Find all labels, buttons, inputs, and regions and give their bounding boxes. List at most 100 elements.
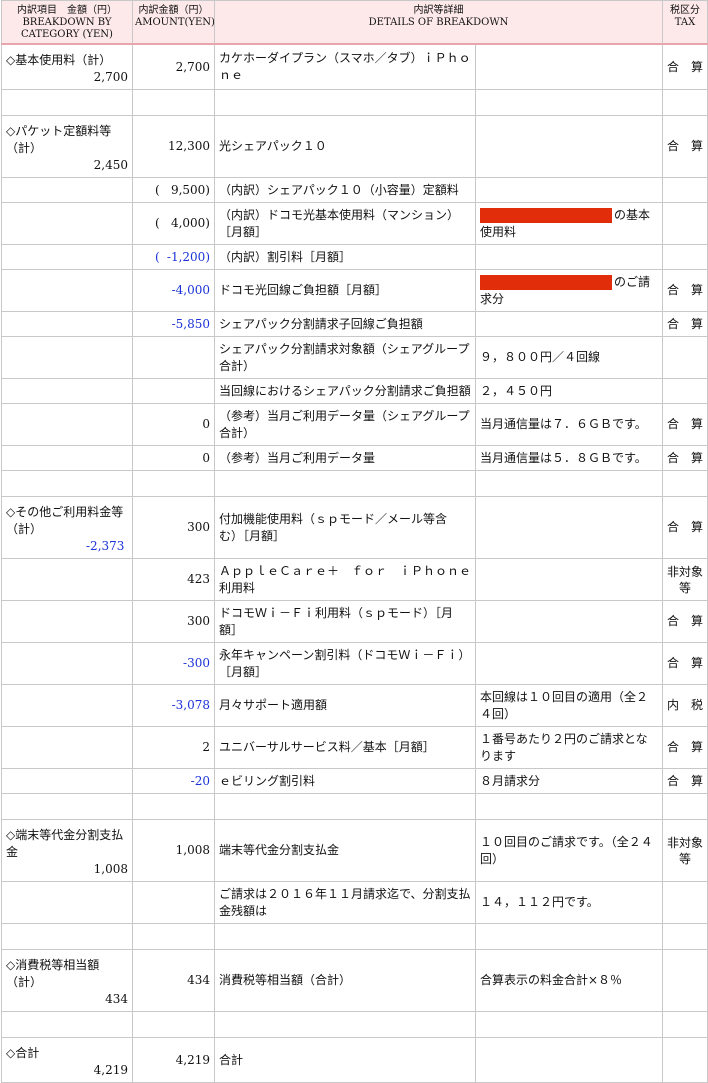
item-label: 端末等代金分割支払金 xyxy=(214,819,476,882)
tax-cell: 合 算 xyxy=(662,445,708,471)
amount-cell: 300 xyxy=(132,600,215,643)
table-row: 0 （参考）当月ご利用データ量 当月通信量は５．８ＧＢです。 合 算 xyxy=(1,445,708,471)
table-row: シェアパック分割請求対象額（シェアグループ合計） ９，８００円／４回線 xyxy=(1,336,708,379)
tax-cell: 合 算 xyxy=(662,496,708,559)
table-row: 2 ユニバーサルサービス料／基本［月額］ １番号あたり２円のご請求となります 合… xyxy=(1,726,708,769)
tax-cell xyxy=(662,244,708,270)
category-label: ◇消費税等相当額（計） xyxy=(6,958,100,989)
tax-cell: 合 算 xyxy=(662,43,708,90)
detail-cell: ２，４５０円 xyxy=(475,378,663,404)
table-row: ◇消費税等相当額（計） 434 434 消費税等相当額（合計） 合算表示の料金合… xyxy=(1,949,708,1012)
item-label: ＡｐｐｌｅＣａｒｅ＋ ｆｏｒ ｉＰｈｏｎｅ利用料 xyxy=(214,558,476,601)
item-label: ドコモ光回線ご負担額［月額］ xyxy=(214,269,476,312)
item-label: （参考）当月ご利用データ量 xyxy=(214,445,476,471)
detail-cell: １４，１１２円です。 xyxy=(475,881,663,924)
detail-cell xyxy=(475,642,663,685)
amount-cell: 0 xyxy=(132,403,215,446)
tax-cell: 合 算 xyxy=(662,768,708,794)
category-label: ◇端末等代金分割支払金 xyxy=(6,828,124,859)
spacer-row xyxy=(1,923,708,950)
tax-cell: 非対象等 xyxy=(662,558,708,601)
detail-cell xyxy=(475,496,663,559)
amount-cell: 434 xyxy=(132,949,215,1012)
tax-cell: 合 算 xyxy=(662,115,708,178)
header-category-en1: BREAKDOWN BY xyxy=(22,17,112,28)
category-total: 2,450 xyxy=(93,158,128,172)
item-label: ｅビリング割引料 xyxy=(214,768,476,794)
item-label: 月々サポート適用額 xyxy=(214,684,476,727)
header-row: 内訳項目 金額（円） BREAKDOWN BY CATEGORY (YEN) 内… xyxy=(1,0,708,45)
amount-value: 4,000) xyxy=(170,216,210,230)
category-total: 1,008 xyxy=(93,862,128,876)
header-category-ja: 内訳項目 金額（円） xyxy=(17,5,117,16)
item-label: （内訳）ドコモ光基本使用料（マンション）［月額］ xyxy=(214,202,476,245)
amount-cell: 12,300 xyxy=(132,115,215,178)
amount-cell: 423 xyxy=(132,558,215,601)
item-label: シェアパック分割請求子回線ご負担額 xyxy=(214,311,476,337)
tax-cell: 内 税 xyxy=(662,684,708,727)
spacer-row xyxy=(1,470,708,497)
detail-cell xyxy=(475,558,663,601)
category-label: ◇基本使用料（計） xyxy=(6,53,112,67)
table-row: 423 ＡｐｐｌｅＣａｒｅ＋ ｆｏｒ ｉＰｈｏｎｅ利用料 非対象等 xyxy=(1,558,708,601)
detail-cell: 本回線は１０回目の適用（全２４回） xyxy=(475,684,663,727)
item-label: （内訳）シェアパック１０（小容量）定額料 xyxy=(214,177,476,203)
header-details-en: DETAILS OF BREAKDOWN xyxy=(368,17,509,28)
redaction-bar xyxy=(480,207,612,223)
table-row: (9,500) （内訳）シェアパック１０（小容量）定額料 xyxy=(1,177,708,203)
category-label: ◇合計 xyxy=(6,1046,40,1060)
item-label: （内訳）割引料［月額］ xyxy=(214,244,476,270)
paren-open: ( xyxy=(155,182,160,197)
table-row: ◇その他ご利用料金等（計） -2,373 300 付加機能使用料（ｓｐモード／メ… xyxy=(1,496,708,559)
table-row: -5,850 シェアパック分割請求子回線ご負担額 合 算 xyxy=(1,311,708,337)
amount-value: -1,200) xyxy=(166,249,210,264)
item-label: ユニバーサルサービス料／基本［月額］ xyxy=(214,726,476,769)
table-row: ◇基本使用料（計） 2,700 2,700 カケホーダイプラン（スマホ／タブ）ｉ… xyxy=(1,43,708,90)
item-label: 消費税等相当額（合計） xyxy=(214,949,476,1012)
header-tax-en: TAX xyxy=(674,17,696,28)
table-row: -4,000 ドコモ光回線ご負担額［月額］ のご請求分 合 算 xyxy=(1,269,708,312)
category-total: 434 xyxy=(105,992,128,1006)
table-row: 当回線におけるシェアパック分割請求ご負担額 ２，４５０円 xyxy=(1,378,708,404)
item-label: （参考）当月ご利用データ量（シェアグループ合計） xyxy=(214,403,476,446)
table-row: (4,000) （内訳）ドコモ光基本使用料（マンション）［月額］ の基本使用料 xyxy=(1,202,708,245)
tax-cell: 合 算 xyxy=(662,311,708,337)
tax-cell: 合 算 xyxy=(662,642,708,685)
category-cell: ◇合計 4,219 xyxy=(1,1037,133,1083)
tax-cell: 合 算 xyxy=(662,269,708,312)
amount-cell: (-1,200) xyxy=(132,244,215,270)
item-label: 光シェアパック１０ xyxy=(214,115,476,178)
table-row: 0 （参考）当月ご利用データ量（シェアグループ合計） 当月通信量は７．６ＧＢです… xyxy=(1,403,708,446)
amount-cell: -3,078 xyxy=(132,684,215,727)
detail-cell: のご請求分 xyxy=(475,269,663,312)
header-tax: 税区分 TAX xyxy=(662,0,708,45)
category-total: -2,373 xyxy=(86,539,125,553)
item-label: ドコモＷｉ－Ｆｉ利用料（ｓｐモード）［月額］ xyxy=(214,600,476,643)
detail-cell: ８月請求分 xyxy=(475,768,663,794)
tax-cell xyxy=(662,202,708,245)
tax-cell xyxy=(662,378,708,404)
table-row: -300 永年キャンペーン割引料（ドコモＷｉ－Ｆｉ）［月額］ 合 算 xyxy=(1,642,708,685)
spacer-row xyxy=(1,89,708,116)
category-label: ◇パケット定額料等（計） xyxy=(6,124,112,155)
table-row: ◇合計 4,219 4,219 合計 xyxy=(1,1037,708,1083)
table-row: ◇端末等代金分割支払金 1,008 1,008 端末等代金分割支払金 １０回目の… xyxy=(1,819,708,882)
amount-cell: 4,219 xyxy=(132,1037,215,1083)
item-label: 付加機能使用料（ｓｐモード／メール等含む）［月額］ xyxy=(214,496,476,559)
header-details: 内訳等詳細 DETAILS OF BREAKDOWN xyxy=(214,0,663,45)
amount-value: 9,500) xyxy=(170,182,210,197)
detail-cell: 当月通信量は５．８ＧＢです。 xyxy=(475,445,663,471)
header-amount-ja: 内訳金額（円） xyxy=(138,5,209,16)
tax-cell: 合 算 xyxy=(662,600,708,643)
tax-cell xyxy=(662,177,708,203)
amount-cell: 0 xyxy=(132,445,215,471)
tax-cell xyxy=(662,949,708,1012)
amount-cell: 1,008 xyxy=(132,819,215,882)
item-label: 合計 xyxy=(214,1037,476,1083)
detail-cell xyxy=(475,244,663,270)
detail-cell xyxy=(475,311,663,337)
category-cell: ◇端末等代金分割支払金 1,008 xyxy=(1,819,133,882)
amount-cell: -300 xyxy=(132,642,215,685)
item-label: 永年キャンペーン割引料（ドコモＷｉ－Ｆｉ）［月額］ xyxy=(214,642,476,685)
detail-cell: ９，８００円／４回線 xyxy=(475,336,663,379)
